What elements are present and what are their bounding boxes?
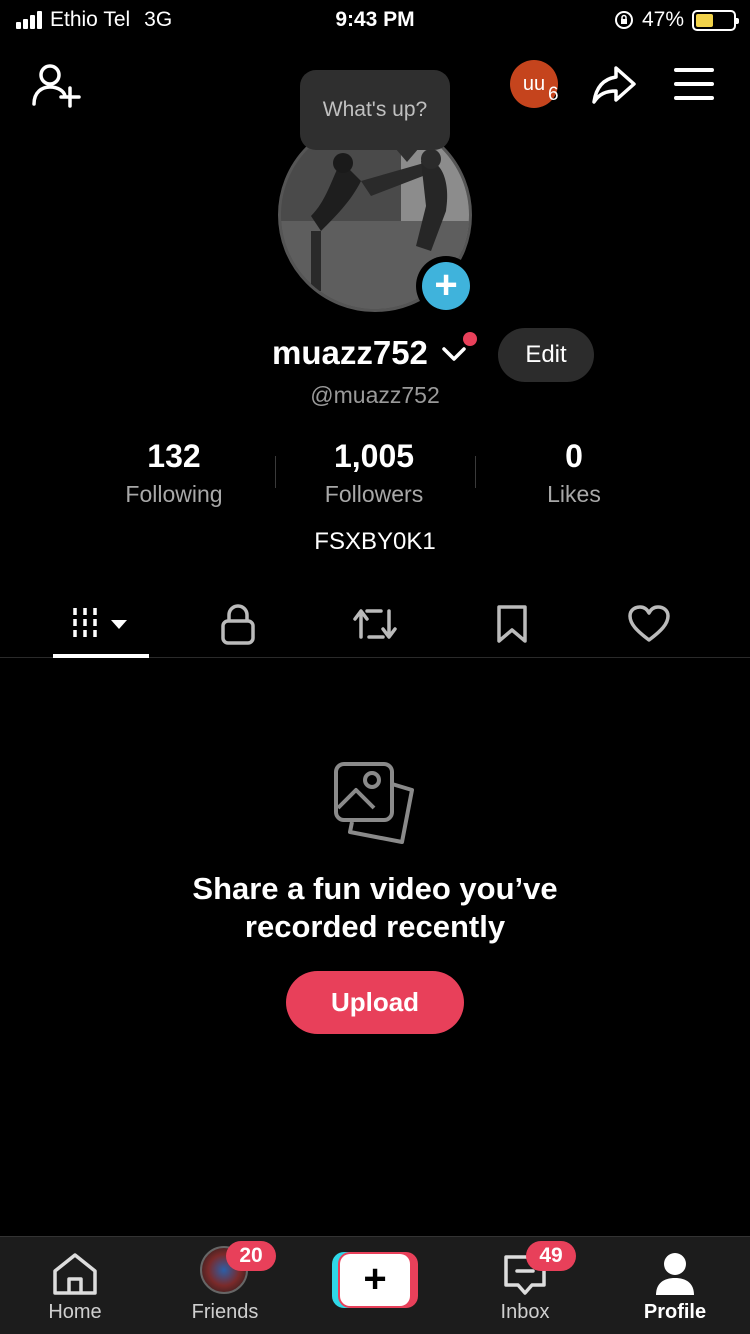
stat-label: Followers <box>324 481 424 507</box>
rotation-lock-icon <box>614 11 633 29</box>
tab-videos[interactable] <box>53 596 149 652</box>
stat-label: Following <box>125 481 223 507</box>
tooltip-text: What's up? <box>322 98 428 121</box>
stat-followers[interactable]: 1,005 Followers <box>274 438 474 508</box>
stat-label: Likes <box>547 481 601 507</box>
status-bar: Ethio Tel 3G 9:43 PM 47% <box>0 0 750 40</box>
nav-label: Home <box>48 1301 102 1323</box>
empty-state-message: Share a fun video you’ve recorded recent… <box>0 870 750 946</box>
empty-state-line: recorded recently <box>244 909 506 944</box>
user-handle: @muazz752 <box>310 382 440 408</box>
nav-label: Profile <box>643 1301 707 1323</box>
share-arrow-icon[interactable] <box>590 60 638 108</box>
videos-grid-icon <box>73 608 127 640</box>
avatar-initials: uu <box>522 72 546 95</box>
tab-private[interactable] <box>190 596 286 652</box>
stat-value: 0 <box>565 438 583 474</box>
add-photo-button[interactable]: + <box>416 256 476 316</box>
empty-state-line: Share a fun video you’ve <box>192 871 558 906</box>
status-right: 47% <box>614 8 739 32</box>
content-tabs <box>0 590 750 658</box>
nav-home[interactable]: Home <box>0 1237 150 1334</box>
active-tab-indicator <box>53 654 149 658</box>
profile-stats: 132 Following 1,005 Followers 0 Likes <box>74 438 674 508</box>
tab-reposts[interactable] <box>327 596 423 652</box>
username[interactable]: muazz752 <box>272 334 428 372</box>
repost-icon <box>353 609 397 639</box>
edit-profile-button[interactable]: Edit <box>498 328 594 382</box>
profile-person-icon <box>656 1253 694 1295</box>
stat-following[interactable]: 132 Following <box>74 438 274 508</box>
nav-label: Inbox <box>500 1301 550 1323</box>
stat-value: 132 <box>147 438 201 474</box>
friends-badge: 20 <box>226 1241 276 1271</box>
nav-profile[interactable]: Profile <box>600 1237 750 1334</box>
person-plus-icon[interactable] <box>30 60 82 110</box>
chevron-down-icon[interactable] <box>440 340 468 368</box>
inbox-badge: 49 <box>526 1241 576 1271</box>
account-count: 6 <box>548 84 559 105</box>
nav-inbox[interactable]: Inbox <box>450 1237 600 1334</box>
upload-button[interactable]: Upload <box>286 971 464 1034</box>
tab-liked[interactable] <box>601 596 697 652</box>
battery-icon <box>692 9 739 31</box>
stat-divider <box>275 456 276 488</box>
profile-bio: FSXBY0K1 <box>314 528 436 555</box>
heart-icon <box>628 605 670 642</box>
battery-percent: 47% <box>641 8 684 31</box>
status-tooltip[interactable]: What's up? <box>300 70 450 162</box>
stat-likes[interactable]: 0 Likes <box>474 438 674 508</box>
plus-icon: + <box>422 262 470 310</box>
create-button[interactable]: + <box>332 1252 418 1308</box>
photos-placeholder-icon <box>334 762 414 844</box>
nav-label: Friends <box>191 1301 259 1323</box>
stat-divider <box>475 456 476 488</box>
bookmark-icon <box>497 605 527 643</box>
tab-saved[interactable] <box>464 596 560 652</box>
plus-icon: + <box>340 1254 410 1306</box>
lock-icon <box>221 604 255 645</box>
stat-value: 1,005 <box>333 438 415 474</box>
notification-dot <box>463 332 477 346</box>
hamburger-menu-icon[interactable] <box>674 66 714 102</box>
battery-fill <box>696 13 713 27</box>
home-icon <box>53 1253 97 1295</box>
